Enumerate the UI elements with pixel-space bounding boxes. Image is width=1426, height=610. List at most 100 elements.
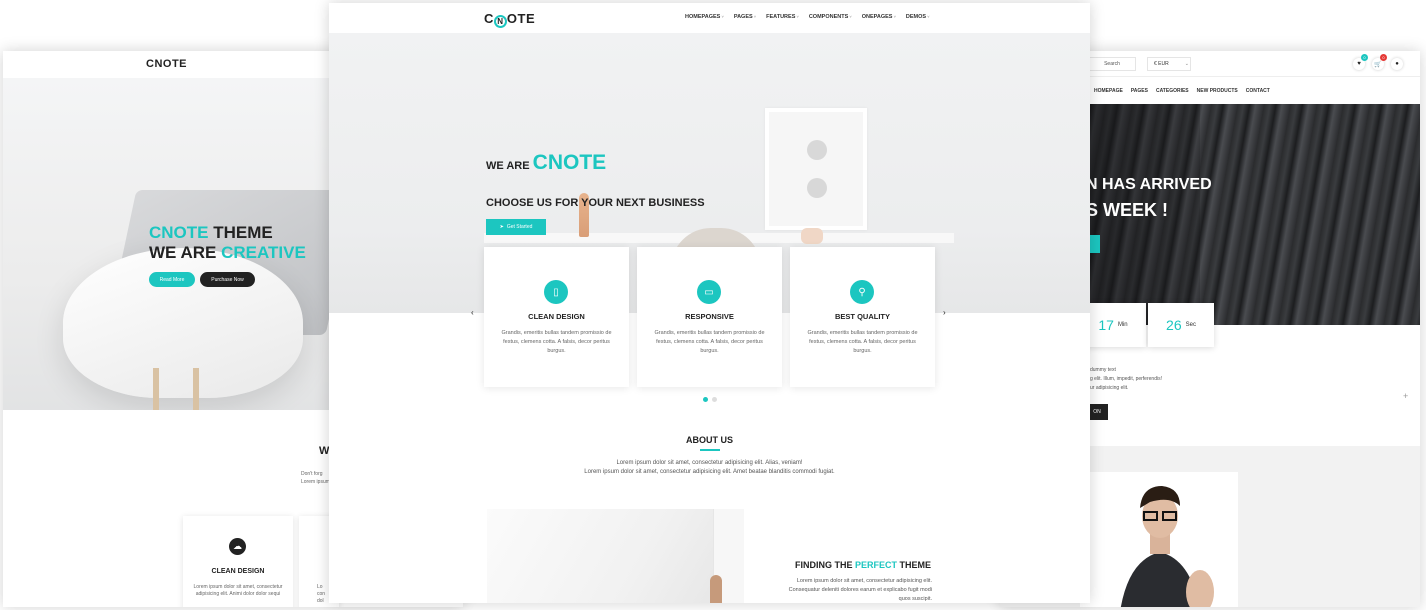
center-demo-screen: CNOTE HOMEPAGES PAGES FEATURES COMPONENT…	[329, 3, 1090, 603]
card-title: CLEAN DESIGN	[211, 568, 265, 575]
showcase-stage: CNOTE CNOTE THEME WE ARE CREATIVE Read M…	[0, 0, 1426, 610]
about-text: Lorem ipsum dolor sit amet, consectetur …	[329, 459, 1090, 477]
countdown-value: 26	[1166, 317, 1182, 333]
search-input[interactable]: Search	[1088, 57, 1136, 71]
countdown-seconds: 26 Sec	[1148, 303, 1214, 347]
menu-onepages[interactable]: ONEPAGES	[862, 14, 896, 20]
hero-subtitle: CHOOSE US FOR YOUR NEXT BUSINESS	[486, 197, 705, 209]
hero-title-accent: CREATIVE	[221, 243, 306, 262]
countdown-value: 17	[1098, 317, 1114, 333]
currency-value: € EUR	[1154, 61, 1169, 67]
card-text: Lo con dol	[317, 584, 325, 605]
about-text-line: Lorem ipsum dolor sit amet, consectetur …	[616, 460, 803, 466]
slider-dots	[703, 397, 717, 402]
mobile-icon: ▯	[544, 280, 568, 304]
promo-text-line: dummy text	[1090, 367, 1116, 373]
center-topbar: CNOTE HOMEPAGES PAGES FEATURES COMPONENT…	[329, 3, 1090, 33]
nav-homepage[interactable]: HOMEPAGE	[1094, 88, 1123, 94]
about-text-line: Lorem ipsum dolor sit amet, consectetur …	[584, 469, 835, 475]
promo-text: dummy text g elit. Illum, impedit, perfe…	[1090, 366, 1162, 393]
lightbulb-icon: ⚲	[850, 280, 874, 304]
main-menu: HOMEPAGES PAGES FEATURES COMPONENTS ONEP…	[685, 14, 930, 20]
about-underline	[700, 449, 720, 451]
card-text-line: Lo	[317, 584, 323, 590]
person-image	[710, 575, 722, 603]
menu-pages[interactable]: PAGES	[734, 14, 756, 20]
slider-dot[interactable]	[712, 397, 717, 402]
card-text: Lorem ipsum dolor sit amet, consectetur …	[193, 584, 283, 597]
finding-text: Lorem ipsum dolor sit amet, consectetur …	[749, 577, 932, 603]
chair-leg	[153, 368, 159, 410]
section-title: W	[319, 445, 330, 457]
menu-homepages[interactable]: HOMEPAGES	[685, 14, 724, 20]
left-logo[interactable]: CNOTE	[146, 58, 187, 70]
promo-text-line: ur adipisicing elit.	[1090, 385, 1129, 391]
card-text-line: con	[317, 591, 326, 597]
finding-text-line: Lorem ipsum dolor sit amet, consectetur …	[796, 578, 932, 584]
hero-button[interactable]	[1090, 235, 1100, 253]
monitor-icon: ▭	[697, 280, 721, 304]
feature-card: ☁ CLEAN DESIGN Lorem ipsum dolor sit ame…	[183, 516, 293, 607]
countdown-unit: Sec	[1185, 322, 1196, 328]
promo-text-line: g elit. Illum, impedit, perferendis!	[1090, 376, 1162, 382]
nav-pages[interactable]: PAGES	[1131, 88, 1148, 94]
chevron-down-icon: ⌄	[1184, 61, 1189, 67]
chair-leg	[193, 368, 199, 410]
finding-accent: PERFECT	[855, 560, 898, 570]
wishlist-badge: 0	[1361, 54, 1368, 61]
finding-post: THEME	[897, 560, 932, 570]
nav-new-products[interactable]: NEW PRODUCTS	[1197, 88, 1238, 94]
finding-pre: FINDING THE	[795, 560, 855, 570]
feature-card-clean-design: ▯ CLEAN DESIGN Grandis, emeritis bullas …	[484, 247, 629, 387]
purchase-now-button[interactable]: Purchase Now	[200, 272, 255, 287]
countdown-unit: Min	[1117, 322, 1128, 328]
feature-title: CLEAN DESIGN	[528, 312, 585, 321]
get-started-label: Get Started	[506, 224, 533, 230]
about-title: ABOUT US	[686, 435, 733, 445]
center-logo[interactable]: C N OTE	[484, 11, 535, 28]
hero-brand: CNOTE	[532, 151, 607, 174]
hero-title-start: WE ARE	[149, 243, 222, 262]
get-started-button[interactable]: ➤ Get Started	[486, 219, 546, 235]
menu-components[interactable]: COMPONENTS	[809, 14, 852, 20]
finding-text-line: Consequatur deleniti dolores earum et ex…	[788, 587, 932, 593]
menu-features[interactable]: FEATURES	[766, 14, 799, 20]
feature-title: BEST QUALITY	[834, 312, 890, 321]
logo-circle: N	[493, 15, 507, 28]
heart-icon[interactable]: ♥ 0	[1353, 54, 1368, 70]
cloud-icon: ☁	[229, 538, 246, 555]
cart-icon[interactable]: 🛒 0	[1372, 54, 1387, 70]
user-icon[interactable]: ●	[1391, 58, 1403, 70]
slider-prev-arrow[interactable]: ‹	[471, 308, 474, 317]
slider-next-arrow[interactable]: ›	[943, 308, 946, 317]
slider-dot-active[interactable]	[703, 397, 708, 402]
feature-title: RESPONSIVE	[685, 312, 734, 321]
nav-contact[interactable]: CONTACT	[1246, 88, 1270, 94]
plus-icon[interactable]: +	[1403, 391, 1408, 401]
model-photo	[1080, 472, 1238, 607]
finding-title: FINDING THE PERFECT THEME	[795, 560, 931, 570]
hero-heading-line1: N HAS ARRIVED	[1086, 176, 1212, 193]
hero-title-rest: THEME	[208, 223, 273, 242]
hero-heading: WE ARE CNOTE	[486, 151, 606, 175]
nav-categories[interactable]: CATEGORIES	[1156, 88, 1189, 94]
wall-frame-image	[765, 108, 867, 230]
feature-text: Grandis, emeritis bullas tandem promissi…	[654, 330, 765, 354]
feature-card-responsive: ▭ RESPONSIVE Grandis, emeritis bullas ta…	[637, 247, 782, 387]
feature-card-best-quality: ⚲ BEST QUALITY Grandis, emeritis bullas …	[790, 247, 935, 387]
send-icon: ➤	[499, 224, 504, 230]
office-photo	[487, 509, 744, 603]
feature-text: Grandis, emeritis bullas tandem promissi…	[501, 330, 612, 354]
hero-title-accent: CNOTE	[149, 223, 209, 242]
menu-demos[interactable]: DEMOS	[906, 14, 930, 20]
currency-select[interactable]: € EUR ⌄	[1147, 57, 1191, 71]
chair-image	[63, 248, 303, 398]
logo-letters: OTE	[506, 11, 536, 26]
left-hero-title: CNOTE THEME WE ARE CREATIVE	[149, 223, 306, 263]
read-more-button[interactable]: Read More	[149, 272, 195, 287]
feature-text: Grandis, emeritis bullas tandem promissi…	[807, 330, 918, 354]
model-card	[1080, 472, 1238, 607]
hero-heading-line2: S WEEK !	[1086, 200, 1169, 220]
logo-letter: C	[484, 11, 494, 26]
cart-badge: 0	[1380, 54, 1387, 61]
